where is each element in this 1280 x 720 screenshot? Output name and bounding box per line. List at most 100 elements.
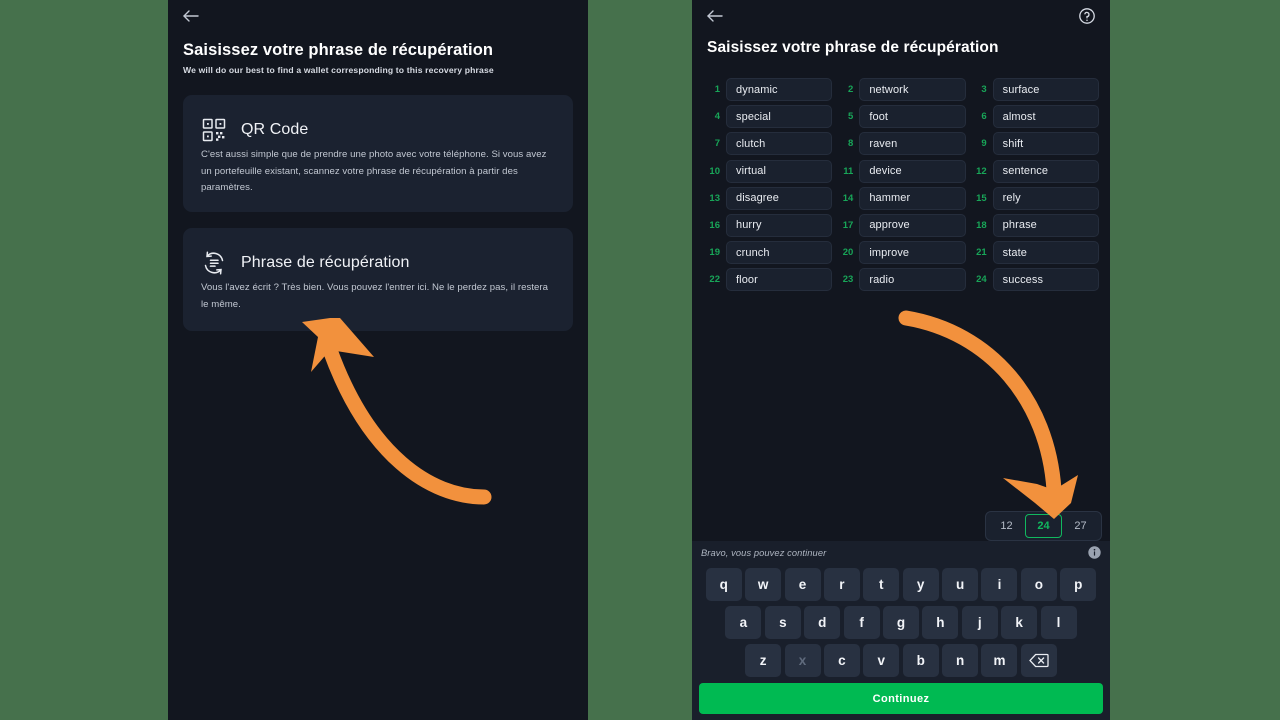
recovery-word-index: 5	[848, 111, 854, 123]
recovery-word-input[interactable]: foot	[859, 105, 966, 129]
recovery-word-input[interactable]: hurry	[726, 213, 833, 237]
recovery-phrase-option-card[interactable]: Phrase de récupération Vous l'avez écrit…	[183, 228, 573, 331]
recovery-word-input[interactable]: approve	[859, 213, 966, 237]
recovery-word-input[interactable]: device	[859, 159, 966, 183]
back-arrow-icon[interactable]	[182, 8, 200, 24]
recovery-word-input[interactable]: floor	[726, 268, 833, 292]
key-y[interactable]: y	[902, 568, 939, 601]
recovery-word-input[interactable]: dynamic	[726, 78, 833, 101]
recovery-word-cell[interactable]: 18 phrase	[972, 213, 1099, 237]
recovery-word-cell[interactable]: 7 clutch	[705, 132, 833, 156]
key-b[interactable]: b	[902, 644, 939, 677]
recovery-word-cell[interactable]: 8 raven	[838, 132, 966, 156]
recovery-word-input[interactable]: clutch	[726, 132, 833, 156]
key-h[interactable]: h	[922, 606, 959, 639]
key-f[interactable]: f	[843, 606, 880, 639]
recovery-phrase-card-description: Vous l'avez écrit ? Très bien. Vous pouv…	[201, 282, 549, 310]
recovery-word-cell[interactable]: 11 device	[838, 159, 966, 183]
recovery-word-cell[interactable]: 19 crunch	[705, 241, 833, 265]
key-e[interactable]: e	[784, 568, 821, 601]
recovery-word-cell[interactable]: 21 state	[972, 241, 1099, 265]
recovery-word-cell[interactable]: 5 foot	[838, 105, 966, 129]
recovery-word-index: 15	[976, 192, 987, 204]
key-k[interactable]: k	[1001, 606, 1038, 639]
recovery-word-input[interactable]: almost	[992, 105, 1099, 129]
recovery-word-cell[interactable]: 9 shift	[972, 132, 1099, 156]
recovery-word-index: 18	[976, 219, 987, 231]
word-count-option-24[interactable]: 24	[1025, 514, 1062, 538]
key-x: x	[784, 644, 821, 677]
recovery-word-index: 23	[842, 274, 854, 286]
qr-code-card-description: C'est aussi simple que de prendre une ph…	[201, 149, 547, 193]
right-top-bar	[692, 0, 1110, 32]
key-z[interactable]: z	[745, 644, 782, 677]
key-s[interactable]: s	[764, 606, 801, 639]
recovery-word-input[interactable]: improve	[859, 241, 966, 265]
key-j[interactable]: j	[961, 606, 998, 639]
recovery-word-cell[interactable]: 20 improve	[838, 241, 966, 265]
recovery-word-input[interactable]: shift	[992, 132, 1099, 156]
key-g[interactable]: g	[883, 606, 919, 639]
recovery-word-input[interactable]: phrase	[992, 213, 1099, 237]
recovery-word-cell[interactable]: 1 dynamic	[705, 78, 833, 101]
key-d[interactable]: d	[804, 606, 841, 639]
key-p[interactable]: p	[1060, 568, 1097, 601]
recovery-word-input[interactable]: state	[992, 241, 1099, 265]
word-count-option-27[interactable]: 27	[1062, 514, 1099, 538]
recovery-word-cell[interactable]: 22 floor	[705, 268, 833, 292]
recovery-word-index: 2	[848, 84, 854, 95]
on-screen-keyboard: Bravo, vous pouvez continuer qwertyuiop …	[692, 541, 1110, 720]
recovery-word-cell[interactable]: 3 surface	[972, 78, 1099, 101]
recovery-word-index: 20	[842, 247, 854, 259]
key-i[interactable]: i	[981, 568, 1018, 601]
key-m[interactable]: m	[981, 644, 1018, 677]
key-n[interactable]: n	[942, 644, 979, 677]
help-circle-icon[interactable]	[1078, 7, 1096, 25]
backspace-icon[interactable]	[1020, 644, 1057, 677]
key-q[interactable]: q	[705, 568, 742, 601]
recovery-word-input[interactable]: virtual	[726, 159, 833, 183]
recovery-word-input[interactable]: success	[992, 268, 1099, 292]
word-count-option-12[interactable]: 12	[988, 514, 1025, 538]
recovery-word-cell[interactable]: 16 hurry	[705, 213, 833, 237]
key-r[interactable]: r	[823, 568, 860, 601]
recovery-phrase-card-title: Phrase de récupération	[241, 254, 410, 271]
recovery-word-cell[interactable]: 4 special	[705, 105, 833, 129]
recovery-word-cell[interactable]: 2 network	[838, 78, 966, 101]
recovery-word-input[interactable]: radio	[859, 268, 966, 292]
key-o[interactable]: o	[1020, 568, 1057, 601]
key-t[interactable]: t	[863, 568, 900, 601]
key-u[interactable]: u	[942, 568, 979, 601]
key-l[interactable]: l	[1040, 606, 1077, 639]
back-arrow-icon[interactable]	[706, 8, 724, 24]
key-v[interactable]: v	[863, 644, 900, 677]
recovery-word-input[interactable]: disagree	[726, 186, 833, 210]
word-count-selector[interactable]: 12 24 27	[985, 511, 1102, 541]
recovery-word-input[interactable]: special	[726, 105, 833, 129]
recovery-word-input[interactable]: surface	[992, 78, 1099, 101]
key-a[interactable]: a	[725, 606, 762, 639]
recovery-word-cell[interactable]: 24 success	[972, 268, 1099, 292]
info-circle-icon[interactable]	[1088, 546, 1101, 559]
keyboard-row-3: zxcvbnm	[692, 644, 1110, 677]
recovery-word-input[interactable]: network	[859, 78, 966, 101]
recovery-word-input[interactable]: crunch	[726, 241, 833, 265]
key-c[interactable]: c	[823, 644, 860, 677]
recovery-word-input[interactable]: sentence	[992, 159, 1099, 183]
recovery-word-input[interactable]: hammer	[859, 186, 966, 210]
key-w[interactable]: w	[745, 568, 782, 601]
recovery-word-input[interactable]: rely	[992, 186, 1099, 210]
continue-button[interactable]: Continuez	[699, 683, 1103, 714]
recovery-word-cell[interactable]: 23 radio	[838, 268, 966, 292]
recovery-word-cell[interactable]: 12 sentence	[972, 159, 1099, 183]
recovery-word-cell[interactable]: 10 virtual	[705, 159, 833, 183]
recovery-word-input[interactable]: raven	[859, 132, 966, 156]
recovery-word-cell[interactable]: 6 almost	[972, 105, 1099, 129]
qr-code-option-card[interactable]: QR Code C'est aussi simple que de prendr…	[183, 95, 573, 212]
recovery-word-cell[interactable]: 17 approve	[838, 213, 966, 237]
recovery-word-cell[interactable]: 13 disagree	[705, 186, 833, 210]
recovery-word-cell[interactable]: 15 rely	[972, 186, 1099, 210]
recovery-word-cell[interactable]: 14 hammer	[838, 186, 966, 210]
recovery-phrase-card-header: Phrase de récupération	[201, 250, 410, 276]
recovery-word-index: 24	[976, 274, 987, 286]
